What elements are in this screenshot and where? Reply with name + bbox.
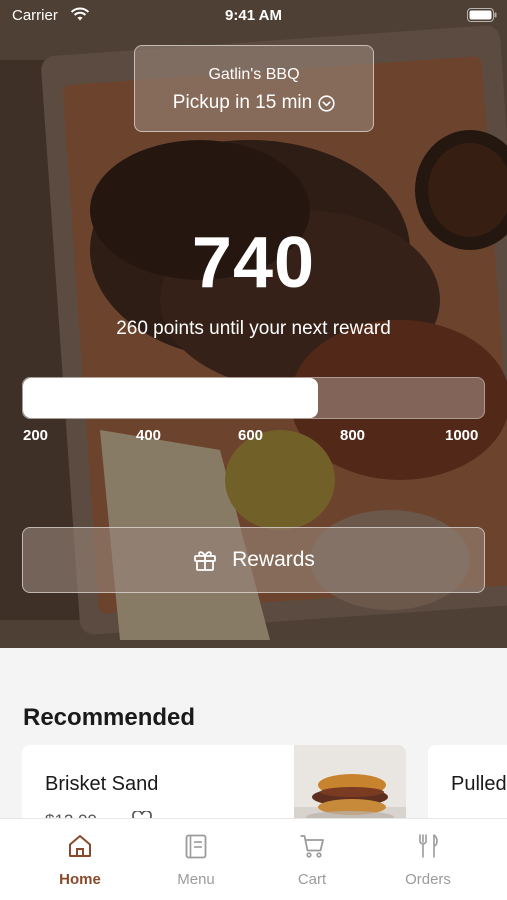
rewards-button-label: Rewards [232, 548, 315, 571]
tab-cart[interactable]: Cart [254, 819, 370, 900]
clock: 9:41 AM [225, 7, 282, 24]
tick-label: 1000 [445, 427, 479, 444]
pickup-time-row: Pickup in 15 min [135, 92, 373, 114]
status-bar: Carrier 9:41 AM [0, 0, 507, 32]
tick-label: 800 [340, 427, 366, 444]
tab-label: Orders [405, 871, 451, 888]
tab-menu[interactable]: Menu [138, 819, 254, 900]
tab-home[interactable]: Home [22, 819, 138, 900]
fork-knife-icon [419, 834, 438, 858]
rewards-progress-bar [22, 377, 485, 419]
tick-label: 600 [238, 427, 264, 444]
tab-label: Home [59, 871, 101, 888]
recommended-title: Recommended [23, 704, 196, 731]
points-until-reward: 260 points until your next reward [116, 318, 391, 339]
tab-bar: Home Menu Cart Orders [0, 818, 507, 900]
chevron-down-circle-icon [318, 94, 335, 112]
pickup-time-label: Pickup in 15 min [172, 92, 313, 113]
progress-tick-labels: 200 400 600 800 1000 [0, 427, 507, 447]
tab-label: Menu [177, 871, 215, 888]
store-selector[interactable]: Gatlin's BBQ Pickup in 15 min [134, 45, 374, 132]
tick-label: 200 [23, 427, 49, 444]
item-name: Pulled [451, 773, 507, 795]
home-icon [69, 835, 91, 857]
tab-label: Cart [297, 871, 327, 888]
menu-book-icon [185, 834, 207, 859]
cart-icon [300, 835, 324, 858]
store-name: Gatlin's BBQ [208, 66, 300, 83]
rewards-button[interactable]: Rewards [22, 527, 485, 593]
item-name: Brisket Sand [45, 773, 159, 795]
battery-icon [467, 8, 497, 22]
rewards-progress-fill [23, 378, 319, 418]
tick-label: 400 [136, 427, 162, 444]
gift-icon [194, 551, 216, 571]
tab-orders[interactable]: Orders [370, 819, 486, 900]
points-balance: 740 [191, 223, 316, 303]
